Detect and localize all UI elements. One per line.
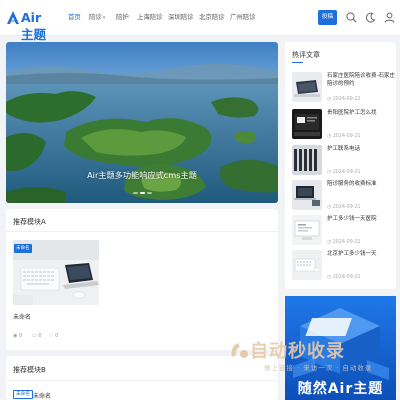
- slider-dot-active[interactable]: [140, 192, 145, 194]
- hot-list-item[interactable]: 护工联系电话 ◷ 2024-09-21: [292, 145, 398, 177]
- clock-icon: ◷: [327, 205, 332, 210]
- hot-item-title: 石家庄医院陪诊收费-石家庄陪诊的预约: [327, 73, 395, 87]
- clock-icon: ◷: [327, 275, 332, 280]
- hot-item-thumbnail: [292, 109, 322, 139]
- user-icon[interactable]: [383, 11, 396, 24]
- nav-label: 陪诊: [89, 13, 102, 21]
- hot-item-date: ◷ 2024-09-21: [327, 240, 361, 245]
- thumbs-up-icon: ♡: [49, 333, 54, 339]
- search-icon[interactable]: [345, 11, 358, 24]
- nav-label: 首页: [68, 13, 81, 21]
- hot-item-thumbnail: [292, 72, 322, 102]
- hot-item-thumbnail: [292, 145, 322, 175]
- nav-item-care[interactable]: 陪护: [116, 0, 129, 36]
- post-title[interactable]: 未命名: [13, 312, 31, 321]
- like-count: ♡ 0: [49, 333, 58, 339]
- hot-list-item[interactable]: 护工多少钱一天医院 ◷ 2024-09-21: [292, 215, 398, 247]
- nav-label: 广州陪诊: [230, 13, 256, 21]
- comment-count: ▭ 0: [32, 333, 42, 339]
- watermark-logo-icon: [231, 343, 248, 358]
- watermark-text: 自动秒收录: [250, 341, 345, 362]
- hot-item-title: 护工联系电话: [327, 146, 361, 152]
- nav-item-guangzhou[interactable]: 广州陪诊: [230, 0, 256, 36]
- nav-label: 深圳陪诊: [168, 13, 194, 21]
- banner-caption[interactable]: Air主题多功能响应式cms主题: [6, 169, 278, 181]
- hot-item-title: 北京护工多少钱一天: [327, 251, 377, 257]
- hot-item-date-value: 2024-09-21: [332, 240, 361, 245]
- slider-dot[interactable]: [133, 192, 138, 194]
- comment-icon: ▭: [32, 333, 37, 339]
- hero-slider[interactable]: Air主题多功能响应式cms主题: [6, 42, 278, 203]
- post-category-tag[interactable]: 未命名: [14, 244, 32, 253]
- hot-list-item[interactable]: 贵阳医院护工怎么找 ◷ 2024-09-21: [292, 109, 398, 141]
- nav-label: 陪护: [116, 13, 129, 21]
- hot-item-date: ◷ 2024-09-21: [327, 170, 361, 175]
- hot-item-date-value: 2024-09-21: [332, 205, 361, 210]
- hot-item-date: ◷ 2024-09-21: [327, 205, 361, 210]
- post-button[interactable]: 投稿: [318, 10, 337, 25]
- divider: [6, 380, 278, 381]
- hot-item-title: 陪诊服务的收费标准: [327, 181, 377, 187]
- divider: [6, 231, 278, 232]
- logo-mark-icon: [7, 11, 19, 24]
- hot-item-date-value: 2024-09-21: [332, 134, 361, 139]
- clock-icon: ◷: [327, 134, 332, 139]
- sidebar-title: 热评文章: [292, 51, 320, 59]
- nav-item-shanghai[interactable]: 上海陪诊: [137, 0, 163, 36]
- hot-item-date: ◷ 2024-09-21: [327, 275, 361, 280]
- nav-label: 北京陪诊: [199, 13, 225, 21]
- post-category-tag[interactable]: 未命名: [13, 390, 33, 399]
- comment-count-value: 0: [38, 333, 42, 339]
- clock-icon: ◷: [327, 170, 332, 175]
- hot-item-thumbnail: [292, 215, 322, 245]
- hot-item-thumbnail: [292, 250, 322, 280]
- hot-item-thumbnail: [292, 180, 322, 210]
- hot-item-title: 护工多少钱一天医院: [327, 216, 377, 222]
- chevron-down-icon: ▾: [102, 15, 106, 21]
- nav-item-escort[interactable]: 陪诊▾: [89, 0, 105, 36]
- logo-text: Air主题: [21, 10, 47, 42]
- nav-item-beijing[interactable]: 北京陪诊: [199, 0, 225, 36]
- watermark-overlay: 自动秒收录 做上链接 · 来访一次 · 自动收录: [228, 337, 380, 377]
- moon-icon[interactable]: [364, 11, 377, 24]
- watermark-subtext: 做上链接 · 来访一次 · 自动收录: [264, 364, 373, 372]
- hot-item-date-value: 2024-09-22: [332, 97, 361, 102]
- like-count-value: 0: [55, 333, 59, 339]
- hot-item-date: ◷ 2024-09-21: [327, 134, 361, 139]
- ad-brand-text: 随然Air主题: [297, 381, 384, 397]
- hot-list-item[interactable]: 北京护工多少钱一天 ◷ 2024-09-21: [292, 250, 398, 282]
- site-header: Air主题 首页 陪诊▾ 陪护 上海陪诊 深圳陪诊 北京陪诊 广州陪诊 投稿: [0, 0, 400, 42]
- view-count-value: 0: [18, 333, 23, 339]
- nav-item-home[interactable]: 首页: [68, 0, 81, 36]
- slider-dot[interactable]: [147, 192, 152, 194]
- hot-item-date: ◷ 2024-09-22: [327, 97, 361, 102]
- hot-list-item[interactable]: 石家庄医院陪诊收费-石家庄陪诊的预约 ◷ 2024-09-22: [292, 72, 398, 104]
- module-b-title: 推荐模块B: [13, 366, 46, 374]
- hot-item-title: 贵阳医院护工怎么找: [327, 110, 377, 116]
- eye-icon: ◉: [13, 333, 18, 339]
- clock-icon: ◷: [327, 97, 332, 102]
- hot-list-item[interactable]: 陪诊服务的收费标准 ◷ 2024-09-21: [292, 180, 398, 212]
- clock-icon: ◷: [327, 240, 332, 245]
- view-count: ◉ 0: [13, 333, 22, 339]
- nav-label: 上海陪诊: [137, 13, 163, 21]
- module-a-title: 推荐模块A: [13, 218, 46, 226]
- site-logo[interactable]: Air主题: [5, 9, 50, 42]
- post-title[interactable]: 未命名: [33, 391, 51, 400]
- title-underline: [292, 62, 303, 63]
- hot-item-date-value: 2024-09-21: [332, 170, 361, 175]
- nav-item-shenzhen[interactable]: 深圳陪诊: [168, 0, 194, 36]
- hot-item-date-value: 2024-09-21: [332, 275, 361, 280]
